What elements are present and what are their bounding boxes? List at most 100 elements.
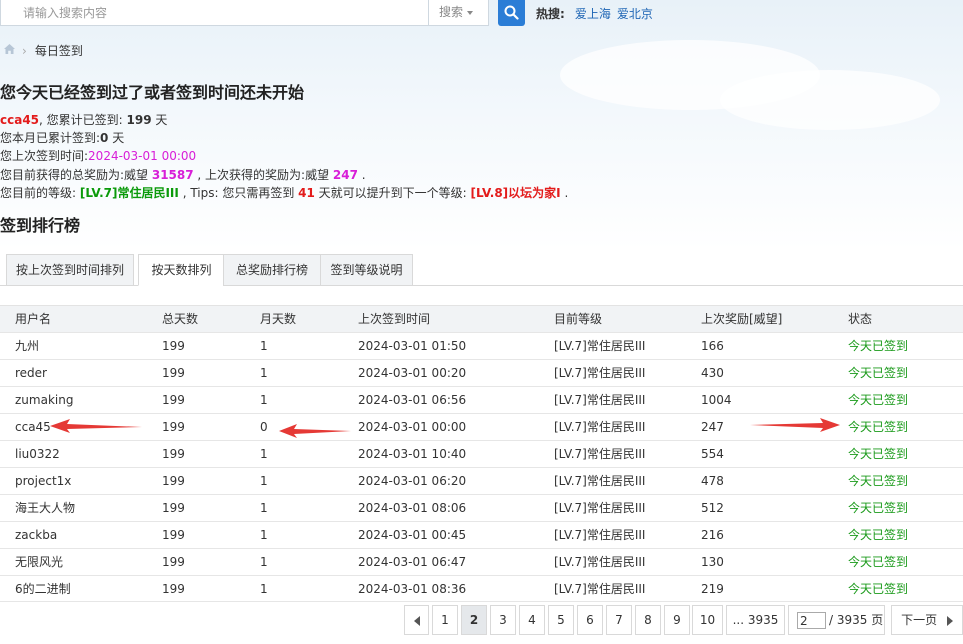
- chevron-left-icon: [413, 615, 420, 626]
- annotation-arrow-left: [279, 424, 351, 438]
- prev-page-button[interactable]: [404, 605, 429, 635]
- cell-total-days: 199: [162, 501, 185, 515]
- annotation-arrow-right: [750, 418, 840, 432]
- page-jump: / 3935 页: [788, 605, 885, 635]
- breadcrumb-separator: ›: [22, 43, 27, 58]
- tab-level-info[interactable]: 签到等级说明: [320, 254, 413, 286]
- page-button[interactable]: 8: [635, 605, 661, 635]
- cell-month-days: 1: [260, 339, 268, 353]
- chevron-down-icon: [467, 10, 474, 15]
- page-jump-input[interactable]: [797, 612, 826, 629]
- page-button[interactable]: 3: [490, 605, 516, 635]
- info-text: 您目前的等级:: [0, 185, 80, 200]
- cell-username[interactable]: zackba: [15, 522, 57, 548]
- cell-last-reward: 554: [701, 447, 724, 461]
- background-cloud: [720, 70, 940, 130]
- breadcrumb-current: 每日签到: [34, 44, 83, 58]
- page-title: 您今天已经签到过了或者签到时间还未开始: [0, 83, 305, 102]
- cell-username[interactable]: 九州: [15, 333, 39, 359]
- cell-username[interactable]: liu0322: [15, 441, 60, 467]
- table-body: 九州 199 1 2024-03-01 01:50 [LV.7]常住居民III …: [0, 332, 963, 602]
- page-button[interactable]: 9: [664, 605, 690, 635]
- cell-month-days: 1: [260, 447, 268, 461]
- table-row: 6的二进制 199 1 2024-03-01 08:36 [LV.7]常住居民I…: [0, 575, 963, 602]
- cell-month-days: 1: [260, 501, 268, 515]
- cell-level: [LV.7]常住居民III: [554, 393, 646, 407]
- cell-username[interactable]: zumaking: [15, 387, 73, 413]
- cell-username[interactable]: 6的二进制: [15, 576, 71, 602]
- cell-status: 今天已签到: [848, 393, 909, 407]
- page-button[interactable]: 5: [548, 605, 574, 635]
- cell-last-time: 2024-03-01 00:45: [358, 528, 467, 542]
- cell-last-time: 2024-03-01 10:40: [358, 447, 467, 461]
- info-text: 您本月已累计签到:: [0, 131, 101, 146]
- hot-search-link[interactable]: 爱上海: [575, 7, 611, 21]
- cell-last-time: 2024-03-01 01:50: [358, 339, 467, 353]
- cell-status: 今天已签到: [848, 555, 909, 569]
- search-type-select[interactable]: 搜索: [428, 0, 489, 26]
- cell-username[interactable]: 海王大人物: [15, 495, 75, 521]
- cell-last-time: 2024-03-01 08:06: [358, 501, 467, 515]
- page-button[interactable]: 10: [692, 605, 723, 635]
- cell-total-days: 199: [162, 420, 185, 434]
- column-header: 上次签到时间: [358, 312, 431, 326]
- cell-username[interactable]: project1x: [15, 468, 71, 494]
- table-row: zackba 199 1 2024-03-01 00:45 [LV.7]常住居民…: [0, 521, 963, 548]
- page-button-current[interactable]: 2: [461, 605, 487, 635]
- rank-table: 用户名 总天数 月天数 上次签到时间 目前等级 上次奖励[威望] 状态 九州 1…: [0, 305, 963, 602]
- cell-last-reward: 478: [701, 474, 724, 488]
- last-page-button[interactable]: ... 3935: [726, 605, 785, 635]
- rank-title: 签到排行榜: [0, 216, 81, 235]
- cell-username[interactable]: reder: [15, 360, 47, 386]
- column-header: 月天数: [260, 312, 297, 326]
- search-type-label: 搜索: [439, 5, 464, 19]
- username: cca45: [0, 113, 40, 127]
- tab-by-days[interactable]: 按天数排列: [138, 254, 225, 286]
- info-line-total: cca45, 您累计已签到: 199 天: [0, 111, 568, 129]
- tab-by-last-time[interactable]: 按上次签到时间排列: [6, 254, 134, 286]
- column-header: 总天数: [162, 312, 199, 326]
- info-line-month: 您本月已累计签到:0 天: [0, 129, 568, 147]
- page-button[interactable]: 6: [577, 605, 603, 635]
- page-button[interactable]: 7: [606, 605, 632, 635]
- cell-month-days: 1: [260, 366, 268, 380]
- cell-total-days: 199: [162, 555, 185, 569]
- cell-username[interactable]: cca45: [15, 414, 51, 440]
- cell-status: 今天已签到: [848, 501, 909, 515]
- sign-info: cca45, 您累计已签到: 199 天 您本月已累计签到:0 天 您上次签到时…: [0, 111, 568, 202]
- page-total: / 3935 页: [829, 613, 884, 627]
- cell-month-days: 1: [260, 555, 268, 569]
- info-line-reward: 您目前获得的总奖励为:威望 31587 , 上次获得的奖励为:威望 247 .: [0, 166, 568, 184]
- cell-month-days: 1: [260, 393, 268, 407]
- cell-total-days: 199: [162, 447, 185, 461]
- cell-status: 今天已签到: [848, 339, 909, 353]
- total-days: 199: [126, 113, 152, 127]
- search-button[interactable]: [498, 0, 525, 26]
- page-button[interactable]: 1: [432, 605, 458, 635]
- cell-status: 今天已签到: [848, 447, 909, 461]
- cell-status: 今天已签到: [848, 582, 909, 596]
- cell-month-days: 1: [260, 474, 268, 488]
- cell-username[interactable]: 无限风光: [15, 549, 63, 575]
- next-level: [LV.8]以坛为家I: [470, 185, 561, 200]
- tab-total-reward[interactable]: 总奖励排行榜: [223, 254, 321, 286]
- cell-last-reward: 512: [701, 501, 724, 515]
- annotation-arrow-left: [50, 419, 142, 433]
- table-row: 海王大人物 199 1 2024-03-01 08:06 [LV.7]常住居民I…: [0, 494, 963, 521]
- info-text: 天就可以提升到下一个等级:: [314, 185, 471, 200]
- hot-search: 热搜: 爱上海 爱北京: [536, 5, 653, 22]
- need-days: 41: [298, 185, 315, 200]
- cell-level: [LV.7]常住居民III: [554, 447, 646, 461]
- column-header: 目前等级: [554, 312, 603, 326]
- info-text: .: [357, 167, 366, 182]
- chevron-right-icon: [946, 615, 953, 626]
- breadcrumb: › 每日签到: [3, 42, 83, 58]
- cell-month-days: 1: [260, 582, 268, 596]
- home-icon[interactable]: [3, 43, 16, 58]
- cell-status: 今天已签到: [848, 474, 909, 488]
- hot-search-link[interactable]: 爱北京: [617, 7, 653, 21]
- page-button[interactable]: 4: [519, 605, 545, 635]
- search-input[interactable]: [0, 0, 429, 26]
- next-page-button[interactable]: 下一页: [891, 605, 963, 635]
- cell-last-reward: 430: [701, 366, 724, 380]
